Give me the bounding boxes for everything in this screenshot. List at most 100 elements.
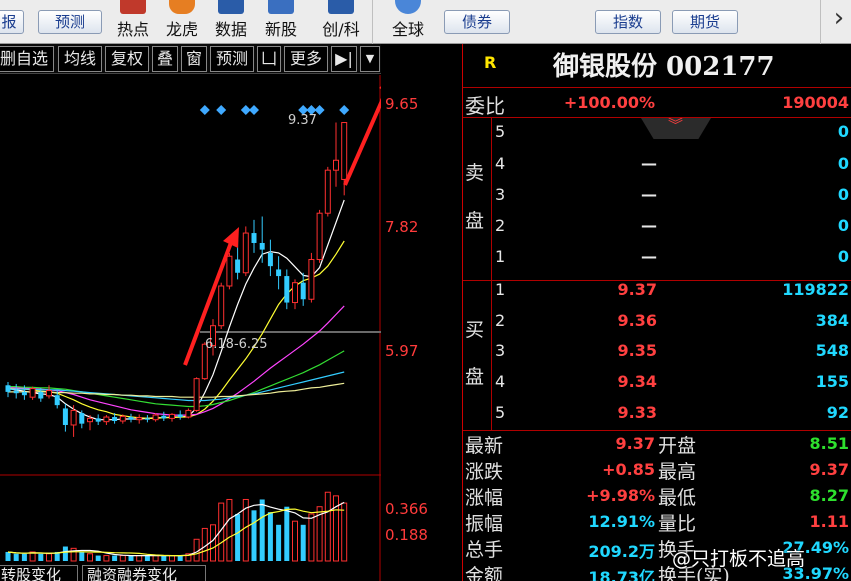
candle-body	[316, 212, 323, 261]
stat-label-volume-ratio: 量比	[658, 513, 697, 535]
sell-level: 3	[495, 185, 506, 204]
toolbar-button-index[interactable]: 指数	[595, 10, 661, 34]
volume-bar	[226, 498, 233, 562]
sell-price: —	[641, 216, 657, 235]
candle-body	[185, 409, 192, 418]
toolbar-scroll-right-icon[interactable]: ›	[828, 2, 850, 38]
toolbar-icon-label: 全球	[391, 20, 424, 39]
candle-body	[144, 418, 150, 420]
stat-label-amplitude: 振幅	[465, 513, 504, 535]
volume-bar	[177, 555, 183, 561]
top-toolbar: 报 预测 热点 龙虎 数据 新股 创/科 全球 债券 指数 期货 ›	[0, 0, 851, 44]
candle-body	[62, 408, 68, 425]
tab-overlay[interactable]: 叠	[152, 46, 178, 72]
volume-bar	[341, 502, 348, 562]
volume-bar	[152, 555, 159, 562]
bottom-tab-label: 融资融券变化	[87, 566, 178, 581]
toolbar-new-stock[interactable]: 新股	[258, 0, 304, 41]
chart-tab-bar: 删自选 均线 复权 叠 窗 预测 凵 更多 ▶| ▼	[0, 44, 381, 74]
volume-bar	[103, 555, 110, 562]
tab-dropdown-icon[interactable]: ▼	[360, 46, 380, 72]
tab-lock-icon[interactable]: 凵	[257, 46, 281, 72]
stat-value-amount: 18.73亿	[588, 568, 655, 581]
buy-price: 9.33	[617, 403, 657, 422]
volume-bar	[46, 553, 52, 562]
toolbar-button-bond[interactable]: 债券	[444, 10, 510, 34]
volume-bar	[161, 555, 167, 561]
buy-volume: 92	[826, 403, 849, 422]
quote-panel: R 御银股份 002177 委比 +100.00% 190004 卖 盘 ︾ 5…	[462, 44, 851, 581]
tab-expand-icon[interactable]: ▶|	[331, 46, 357, 72]
buy-level: 2	[495, 311, 506, 330]
toolbar-button-label: 预测	[54, 13, 85, 31]
toolbar-button-report[interactable]: 报	[0, 10, 24, 34]
stat-label-amount: 金额	[465, 565, 504, 581]
candle-body	[226, 255, 233, 287]
candle-body	[292, 282, 298, 304]
candle-body	[21, 391, 27, 396]
sell-price: —	[641, 247, 657, 266]
candle-body	[161, 415, 167, 419]
toolbar-dragon-tiger[interactable]: 龙虎	[159, 0, 205, 41]
volume-bar	[235, 513, 241, 561]
toolbar-icon-label: 龙虎	[165, 20, 198, 39]
sell-label: 盘	[465, 210, 485, 232]
sell-volume: 0	[837, 154, 849, 173]
kline-chart[interactable]	[0, 73, 396, 581]
toolbar-hot[interactable]: 热点	[110, 0, 156, 41]
candle-body	[169, 413, 175, 419]
candle-body	[152, 414, 159, 421]
buy-label: 买	[465, 319, 485, 341]
stat-value-low: 8.27	[809, 486, 849, 505]
kline-chart-canvas	[0, 73, 396, 581]
data-icon	[218, 0, 244, 14]
candle-body	[54, 395, 60, 406]
candle-body	[119, 415, 126, 422]
tab-margin-change[interactable]: 融资融券变化	[82, 565, 206, 581]
volume-bar	[5, 551, 11, 561]
candle-body	[235, 259, 241, 273]
signal-marker	[199, 105, 210, 115]
collapse-tab[interactable]: ︾	[641, 118, 711, 139]
toolbar-chuang-ke[interactable]: 创/科	[314, 0, 368, 41]
sell-volume: 0	[837, 247, 849, 266]
signal-marker	[249, 105, 259, 115]
bottom-tab-label: 转股变化	[1, 566, 62, 581]
volume-bar	[308, 513, 315, 562]
tab-window[interactable]: 窗	[181, 46, 207, 72]
stat-label-open: 开盘	[658, 435, 697, 457]
divider	[463, 87, 851, 88]
sell-price: —	[641, 154, 657, 173]
volume-bar	[210, 524, 216, 562]
sell-level: 1	[495, 247, 506, 266]
weibi-percent: +100.00%	[563, 93, 655, 112]
tab-forecast[interactable]: 预测	[210, 46, 254, 72]
volume-bar	[79, 551, 85, 561]
stat-label-high: 最高	[658, 461, 697, 483]
toolbar-button-label: 期货	[689, 13, 720, 31]
tab-more[interactable]: 更多	[284, 46, 328, 72]
volume-axis-label: 0.188	[385, 526, 428, 544]
buy-price: 9.36	[617, 311, 657, 330]
toolbar-data[interactable]: 数据	[208, 0, 254, 41]
new-stock-icon	[268, 0, 294, 14]
toolbar-icon-label: 热点	[116, 20, 149, 39]
tab-remove-favorite[interactable]: 删自选	[0, 46, 54, 72]
candle-body	[276, 269, 282, 277]
tab-moving-average[interactable]: 均线	[58, 46, 102, 72]
tab-adjust-rights[interactable]: 复权	[105, 46, 149, 72]
price-axis-label: 7.82	[385, 218, 419, 236]
toolbar-button-label: 债券	[461, 13, 492, 31]
buy-price: 9.34	[617, 372, 657, 391]
divider	[463, 430, 851, 431]
volume-axis-label: 0.366	[385, 500, 428, 518]
candle-body	[112, 417, 118, 422]
toolbar-button-forecast[interactable]: 预测	[38, 10, 102, 34]
sell-level: 5	[495, 122, 506, 141]
toolbar-button-futures[interactable]: 期货	[672, 10, 738, 34]
stat-value-open: 8.51	[809, 434, 849, 453]
volume-bar	[87, 553, 93, 562]
toolbar-globe[interactable]: 全球	[385, 0, 431, 41]
candle-body	[38, 391, 44, 399]
tab-bond-change[interactable]: 转股变化	[0, 565, 78, 581]
